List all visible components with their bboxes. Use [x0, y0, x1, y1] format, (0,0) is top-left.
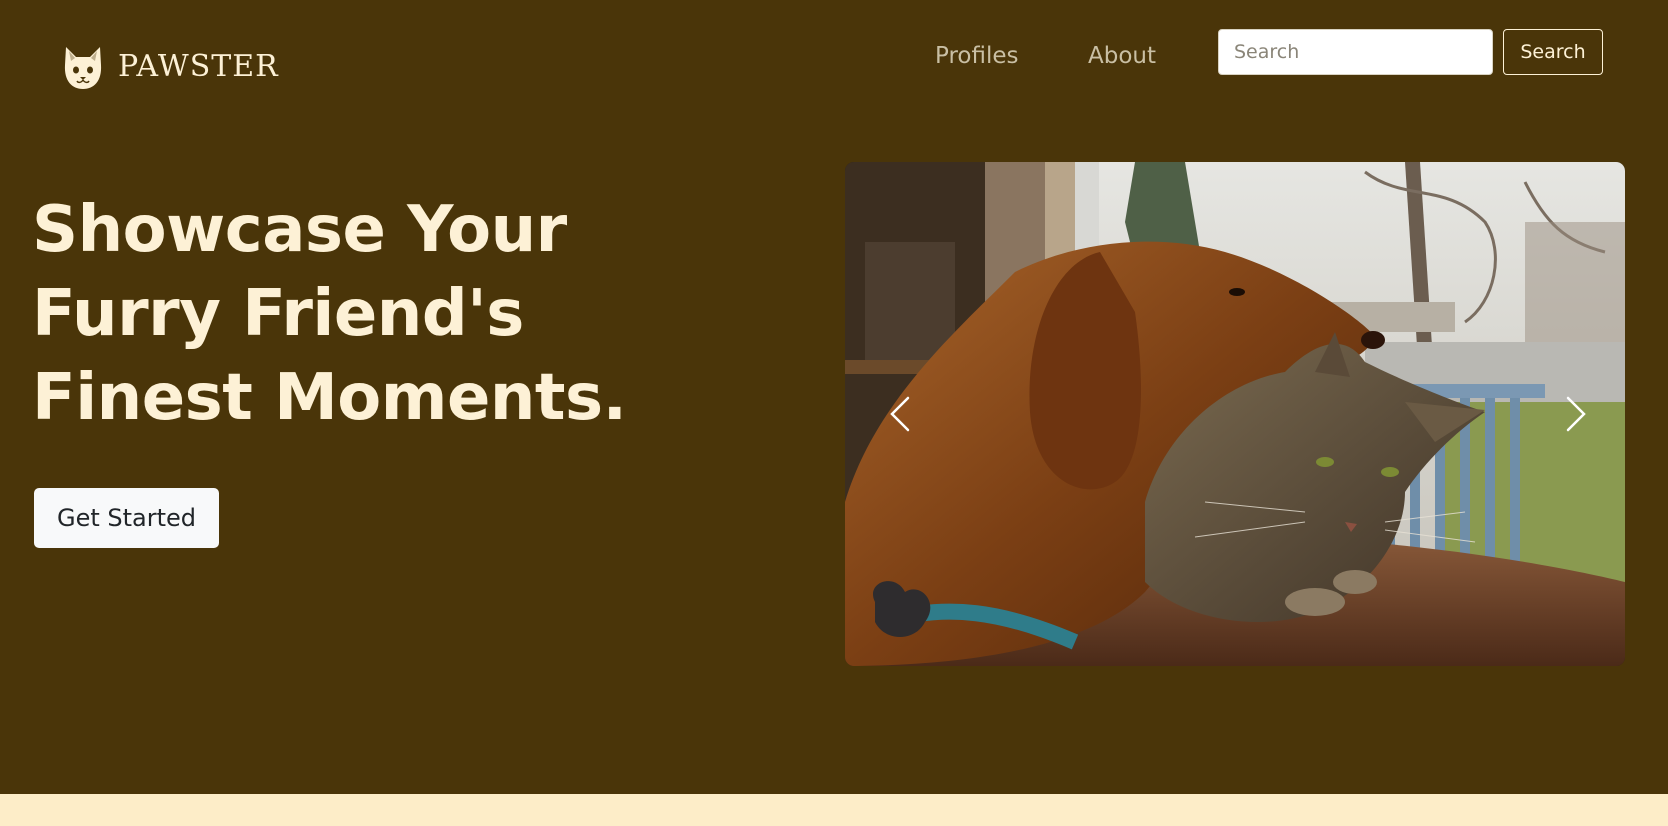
dog-and-cat-photo [845, 162, 1625, 666]
get-started-button[interactable]: Get Started [34, 488, 219, 548]
hero-carousel [845, 162, 1625, 666]
brand-name: PAWSTER [118, 49, 279, 84]
chevron-left-icon [890, 396, 910, 432]
hero-title: Showcase Your Furry Friend's Finest Mome… [32, 188, 752, 440]
carousel-next-button[interactable] [1551, 387, 1601, 441]
search-input[interactable] [1218, 29, 1493, 75]
cat-face-icon [64, 47, 102, 89]
carousel-prev-button[interactable] [875, 387, 925, 441]
hero-title-line: Furry Friend's [32, 277, 524, 351]
brand-link[interactable]: PAWSTER [62, 42, 279, 92]
nav-link-profiles[interactable]: Profiles [935, 40, 1019, 72]
hero-title-line: Showcase Your [32, 193, 567, 267]
chevron-right-icon [1566, 396, 1586, 432]
search-button[interactable]: Search [1503, 29, 1603, 75]
hero-title-line: Finest Moments. [32, 361, 627, 435]
nav-link-about[interactable]: About [1088, 40, 1156, 72]
page: PAWSTER Profiles About Search Showcase Y… [0, 0, 1668, 826]
next-section-band [0, 794, 1668, 826]
